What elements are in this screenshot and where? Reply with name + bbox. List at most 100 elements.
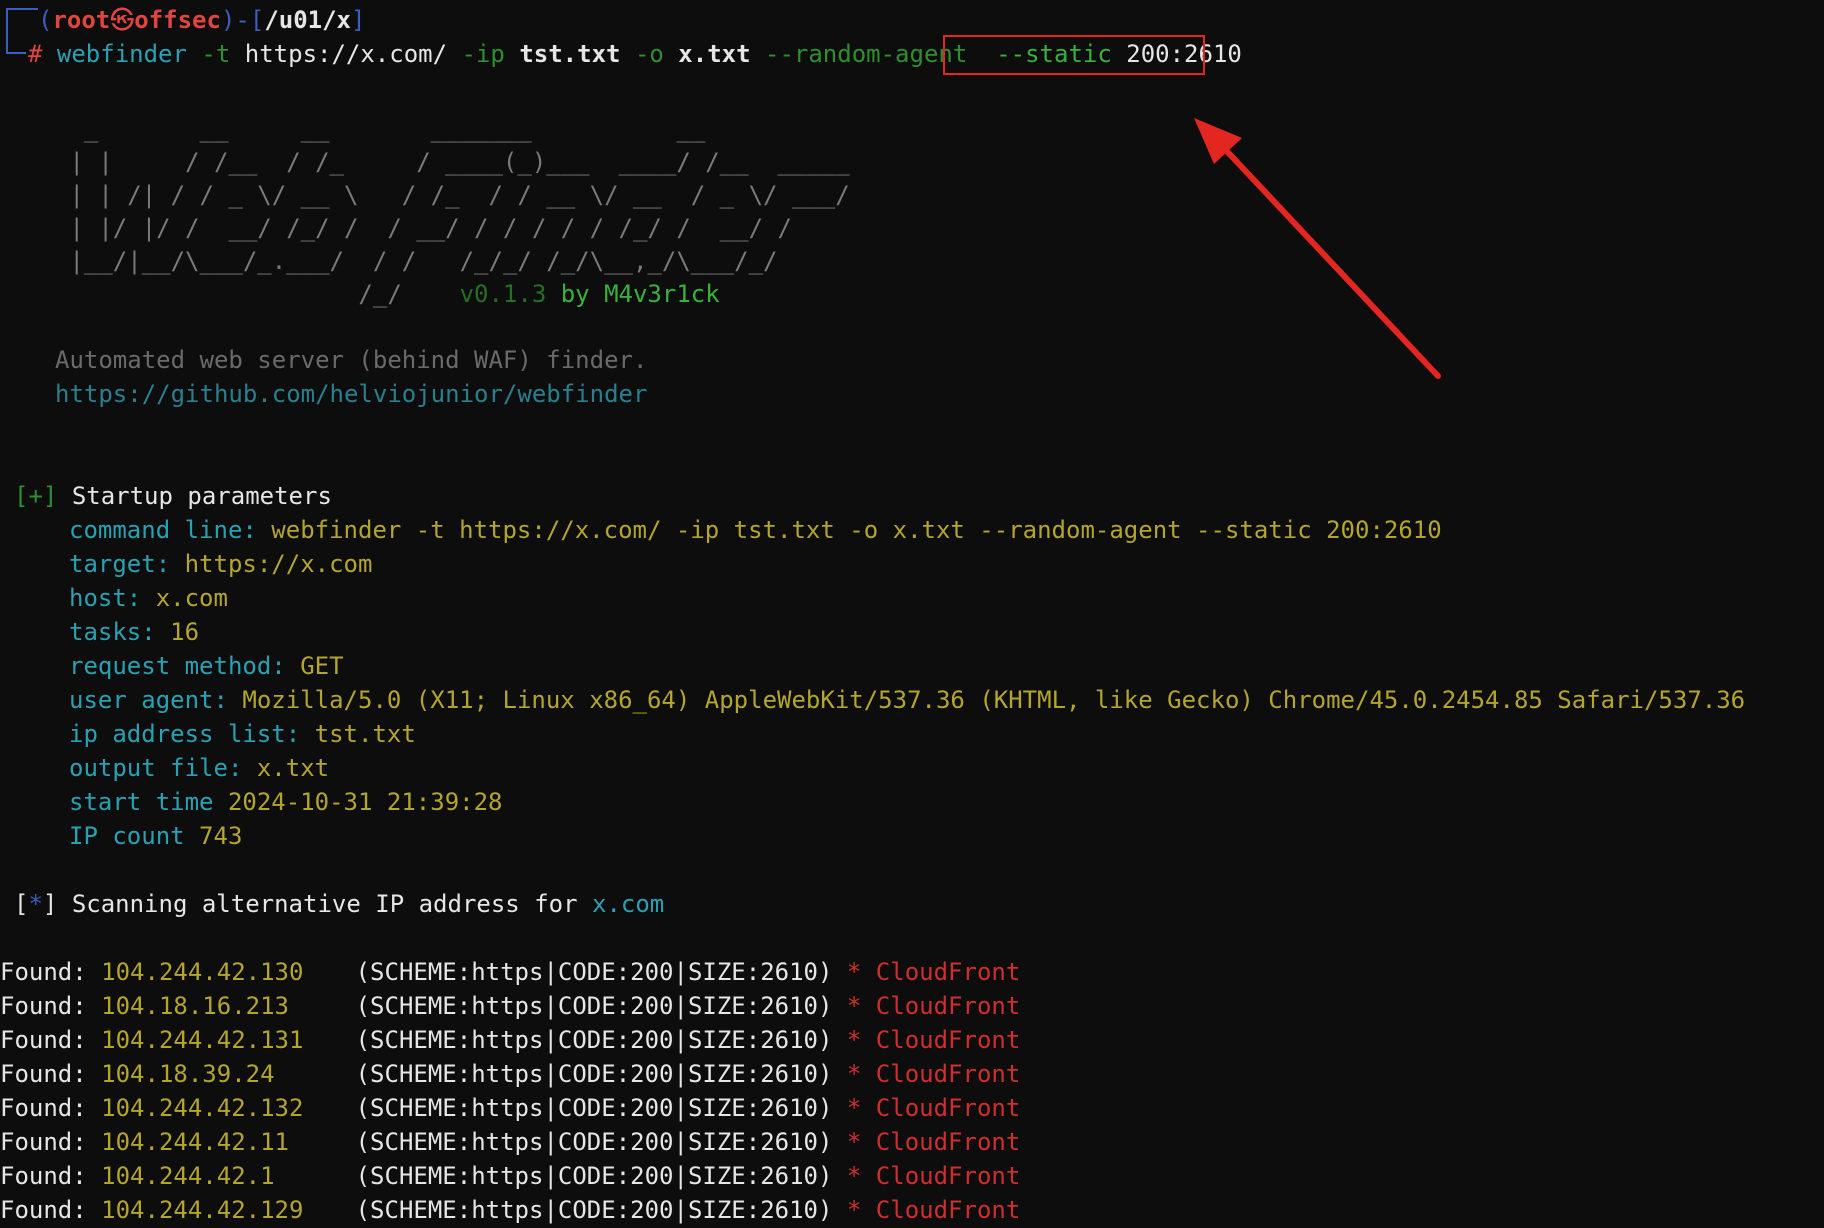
result-cdn: CloudFront bbox=[875, 1060, 1021, 1088]
param-ip-count: IP count 743 bbox=[69, 819, 242, 853]
result-info: (SCHEME:https|CODE:200|SIZE:2610) bbox=[355, 1196, 833, 1224]
result-cdn: CloudFront bbox=[875, 958, 1021, 986]
result-star: * bbox=[846, 992, 862, 1020]
param-value: Mozilla/5.0 (X11; Linux x86_64) AppleWeb… bbox=[242, 686, 1746, 714]
result-label: Found: bbox=[0, 958, 87, 986]
banner-art-line: | |/ |/ / __/ /_/ / / __/ / / / / / /_/ … bbox=[55, 214, 792, 242]
result-label: Found: bbox=[0, 1060, 87, 1088]
result-label: Found: bbox=[0, 1026, 87, 1054]
scan-host: x.com bbox=[592, 890, 665, 918]
result-label: Found: bbox=[0, 1162, 87, 1190]
result-row: Found: 104.18.16.213 (SCHEME:https|CODE:… bbox=[0, 989, 1020, 1023]
banner-art-line: _ __ __ _______ __ bbox=[55, 115, 706, 143]
param-key: user agent: bbox=[69, 686, 228, 714]
prompt-hash: # bbox=[28, 40, 43, 68]
param-value: x.txt bbox=[256, 754, 330, 782]
prompt-frame-bottom bbox=[6, 30, 26, 54]
scan-marker-close: ] bbox=[42, 890, 58, 918]
result-row: Found: 104.244.42.1 (SCHEME:https|CODE:2… bbox=[0, 1159, 1020, 1193]
result-info: (SCHEME:https|CODE:200|SIZE:2610) bbox=[355, 1060, 833, 1088]
result-ip: 104.244.42.1 bbox=[101, 1162, 275, 1190]
scan-text: Scanning alternative IP address for bbox=[71, 890, 578, 918]
banner-author: by M4v3r1ck bbox=[560, 280, 720, 308]
prompt-user: root bbox=[52, 6, 111, 34]
banner-art-line: /_/ bbox=[55, 280, 402, 308]
prompt-header: (root㉿offsec)-[/u01/x] bbox=[38, 6, 366, 34]
banner-tagline: Automated web server (behind WAF) finder… bbox=[55, 346, 648, 374]
result-info: (SCHEME:https|CODE:200|SIZE:2610) bbox=[355, 958, 833, 986]
result-label: Found: bbox=[0, 1094, 87, 1122]
arg-ipfile: tst.txt bbox=[519, 40, 621, 68]
cmd-name: webfinder bbox=[56, 40, 187, 68]
result-row: Found: 104.244.42.129 (SCHEME:https|CODE… bbox=[0, 1193, 1020, 1227]
banner-repo-link[interactable]: https://github.com/helviojunior/webfinde… bbox=[55, 377, 647, 411]
param-tasks: tasks: 16 bbox=[69, 615, 199, 649]
param-key: output file: bbox=[69, 754, 243, 782]
result-cdn: CloudFront bbox=[875, 1128, 1021, 1156]
param-host: host: x.com bbox=[69, 581, 228, 615]
param-key: host: bbox=[69, 584, 142, 612]
banner-art-version-line: /_/ v0.1.3 by M4v3r1ck bbox=[55, 277, 720, 311]
flag-random-agent: --random-agent bbox=[765, 40, 968, 68]
param-key: IP count bbox=[69, 822, 185, 850]
result-star: * bbox=[846, 1060, 862, 1088]
prompt-frame-top bbox=[6, 8, 38, 32]
flag-output: -o bbox=[634, 40, 664, 68]
banner-art-line: |__/|__/\___/_.___/ / / /_/_/ /_/\__,_/\… bbox=[55, 247, 778, 275]
param-key: ip address list: bbox=[69, 720, 301, 748]
startup-marker: [+] bbox=[14, 482, 58, 510]
param-start-time: start time 2024-10-31 21:39:28 bbox=[69, 785, 503, 819]
result-row: Found: 104.18.39.24 (SCHEME:https|CODE:2… bbox=[0, 1057, 1020, 1091]
param-user-agent: user agent: Mozilla/5.0 (X11; Linux x86_… bbox=[69, 683, 1745, 717]
result-row: Found: 104.244.42.11 (SCHEME:https|CODE:… bbox=[0, 1125, 1020, 1159]
param-ip-list: ip address list: tst.txt bbox=[69, 717, 416, 751]
arg-url: https://x.com/ bbox=[244, 40, 448, 68]
result-label: Found: bbox=[0, 1128, 87, 1156]
param-target: target: https://x.com bbox=[69, 547, 372, 581]
result-label: Found: bbox=[0, 992, 87, 1020]
param-key: request method: bbox=[69, 652, 286, 680]
result-info: (SCHEME:https|CODE:200|SIZE:2610) bbox=[355, 1162, 833, 1190]
param-value: 2024-10-31 21:39:28 bbox=[227, 788, 503, 816]
param-value: x.com bbox=[155, 584, 228, 612]
annotation-arrow-icon bbox=[1194, 118, 1441, 379]
param-output-file: output file: x.txt bbox=[69, 751, 329, 785]
arg-outfile: x.txt bbox=[678, 40, 751, 68]
prompt-cwd: /u01/x bbox=[264, 6, 352, 34]
result-ip: 104.18.16.213 bbox=[101, 992, 289, 1020]
result-cdn: CloudFront bbox=[875, 1094, 1021, 1122]
prompt-host: offsec bbox=[134, 6, 221, 34]
result-cdn: CloudFront bbox=[875, 1196, 1021, 1224]
param-request-method: request method: GET bbox=[69, 649, 344, 683]
result-ip: 104.244.42.132 bbox=[101, 1094, 304, 1122]
result-star: * bbox=[846, 1128, 862, 1156]
flag-ip: -ip bbox=[461, 40, 505, 68]
param-value: 743 bbox=[199, 822, 243, 850]
result-ip: 104.244.42.129 bbox=[101, 1196, 304, 1224]
result-star: * bbox=[846, 1162, 862, 1190]
param-value: 16 bbox=[170, 618, 200, 646]
result-cdn: CloudFront bbox=[875, 1162, 1021, 1190]
result-row: Found: 104.244.42.131 (SCHEME:https|CODE… bbox=[0, 1023, 1020, 1057]
param-key: command line: bbox=[69, 516, 257, 544]
param-command-line: command line: webfinder -t https://x.com… bbox=[69, 513, 1442, 547]
result-cdn: CloudFront bbox=[875, 992, 1021, 1020]
result-row: Found: 104.244.42.130 (SCHEME:https|CODE… bbox=[0, 955, 1020, 989]
highlight-box bbox=[943, 35, 1205, 75]
startup-title: Startup parameters bbox=[71, 482, 332, 510]
scan-marker-star: * bbox=[28, 890, 43, 918]
param-key: start time bbox=[69, 788, 214, 816]
result-row: Found: 104.244.42.132 (SCHEME:https|CODE… bbox=[0, 1091, 1020, 1125]
result-star: * bbox=[846, 958, 862, 986]
param-value: webfinder -t https://x.com/ -ip tst.txt … bbox=[271, 516, 1442, 544]
banner-art-line: | | /| / / _ \/ __ \ / /_ / / __ \/ __ /… bbox=[55, 181, 850, 209]
param-key: tasks: bbox=[69, 618, 156, 646]
banner-art-line: | | / /__ / /_ / ____(_)___ ____/ /__ __… bbox=[55, 148, 850, 176]
startup-heading: [+] Startup parameters bbox=[14, 479, 332, 513]
result-cdn: CloudFront bbox=[875, 1026, 1021, 1054]
banner-version: v0.1.3 bbox=[459, 280, 547, 308]
result-ip: 104.244.42.130 bbox=[101, 958, 304, 986]
result-ip: 104.244.42.11 bbox=[101, 1128, 289, 1156]
prompt-at-symbol: ㉿ bbox=[110, 6, 135, 34]
flag-target: -t bbox=[201, 40, 231, 68]
